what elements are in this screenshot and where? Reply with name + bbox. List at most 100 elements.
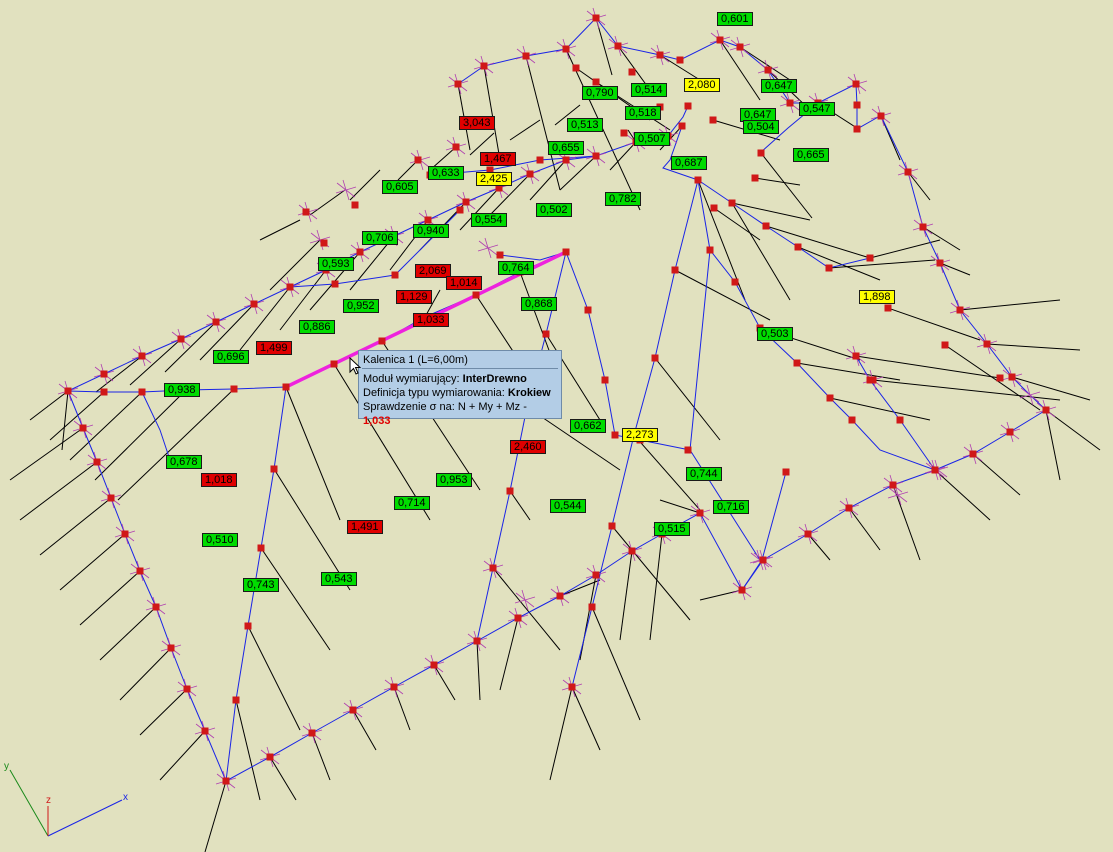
node-marker xyxy=(424,216,432,224)
result-label[interactable]: 0,502 xyxy=(536,203,572,217)
node-marker xyxy=(201,727,209,735)
result-label[interactable]: 0,678 xyxy=(166,455,202,469)
result-label[interactable]: 0,790 xyxy=(582,86,618,100)
node-marker xyxy=(919,223,927,231)
result-label[interactable]: 0,504 xyxy=(743,120,779,134)
node-marker xyxy=(107,494,115,502)
node-marker xyxy=(522,52,530,60)
node-marker xyxy=(572,64,580,72)
result-label[interactable]: 0,706 xyxy=(362,231,398,245)
node-marker xyxy=(330,360,338,368)
result-label[interactable]: 1,467 xyxy=(480,152,516,166)
beam-chain xyxy=(880,115,1047,411)
result-label[interactable]: 0,743 xyxy=(243,578,279,592)
tooltip-check-value: 1,033 xyxy=(363,415,391,427)
result-label[interactable]: 0,544 xyxy=(550,499,586,513)
node-marker xyxy=(793,359,801,367)
result-label[interactable]: 0,687 xyxy=(671,156,707,170)
result-label[interactable]: 2,460 xyxy=(510,440,546,454)
node-marker xyxy=(489,564,497,572)
node-marker xyxy=(728,199,736,207)
result-label[interactable]: 2,425 xyxy=(476,172,512,186)
rafter-line xyxy=(760,152,813,219)
result-label[interactable]: 0,518 xyxy=(625,106,661,120)
result-label[interactable]: 1,129 xyxy=(396,290,432,304)
result-label[interactable]: 0,744 xyxy=(686,467,722,481)
result-label[interactable]: 0,655 xyxy=(548,141,584,155)
node-marker xyxy=(738,586,746,594)
result-label[interactable]: 3,043 xyxy=(459,116,495,130)
result-label[interactable]: 1,018 xyxy=(201,473,237,487)
result-label[interactable]: 0,633 xyxy=(428,166,464,180)
result-label[interactable]: 1,499 xyxy=(256,341,292,355)
result-label[interactable]: 1,898 xyxy=(859,290,895,304)
result-label[interactable]: 0,554 xyxy=(471,213,507,227)
result-label[interactable]: 0,716 xyxy=(713,500,749,514)
result-label[interactable]: 0,601 xyxy=(717,12,753,26)
node-marker xyxy=(996,374,1004,382)
rafter-line xyxy=(654,357,721,441)
axis-z-label: z xyxy=(46,795,51,806)
result-label[interactable]: 0,513 xyxy=(567,118,603,132)
node-marker xyxy=(969,450,977,458)
node-marker xyxy=(889,481,897,489)
node-marker xyxy=(320,239,328,247)
result-label[interactable]: 2,080 xyxy=(684,78,720,92)
result-label[interactable]: 1,014 xyxy=(446,276,482,290)
result-label[interactable]: 0,510 xyxy=(202,533,238,547)
node-marker xyxy=(656,51,664,59)
result-label[interactable]: 0,938 xyxy=(164,383,200,397)
result-label[interactable]: 0,547 xyxy=(799,102,835,116)
rafter-line xyxy=(972,453,1021,496)
result-label[interactable]: 0,503 xyxy=(757,327,793,341)
node-marker xyxy=(786,99,794,107)
result-label[interactable]: 0,662 xyxy=(570,419,606,433)
rafter-line xyxy=(352,709,377,751)
node-marker xyxy=(462,198,470,206)
node-marker xyxy=(100,388,108,396)
result-label[interactable]: 1,033 xyxy=(413,313,449,327)
axis-y-label: y xyxy=(4,761,9,772)
node-marker xyxy=(804,530,812,538)
node-marker xyxy=(480,62,488,70)
result-label[interactable]: 0,605 xyxy=(382,180,418,194)
result-label[interactable]: 0,514 xyxy=(631,83,667,97)
rafter-line xyxy=(959,299,1061,311)
result-label[interactable]: 0,665 xyxy=(793,148,829,162)
result-label[interactable]: 0,764 xyxy=(498,261,534,275)
rafter-line xyxy=(674,269,771,321)
result-label[interactable]: 0,696 xyxy=(213,350,249,364)
result-label[interactable]: 0,507 xyxy=(634,132,670,146)
result-label[interactable]: 0,868 xyxy=(521,297,557,311)
node-marker xyxy=(542,330,550,338)
node-marker xyxy=(852,80,860,88)
axis-triad: x y z xyxy=(4,761,128,837)
beam-member xyxy=(697,179,871,269)
result-label[interactable]: 0,647 xyxy=(761,79,797,93)
node-marker xyxy=(620,129,628,137)
node-marker xyxy=(378,337,386,345)
result-label[interactable]: 0,940 xyxy=(413,224,449,238)
result-label[interactable]: 0,953 xyxy=(436,473,472,487)
result-label[interactable]: 0,952 xyxy=(343,299,379,313)
result-label[interactable]: 0,714 xyxy=(394,496,430,510)
node-marker xyxy=(556,592,564,600)
node-marker xyxy=(782,468,790,476)
result-label[interactable]: 2,273 xyxy=(622,428,658,442)
tooltip-module-value: InterDrewno xyxy=(462,373,527,385)
node-marker xyxy=(848,416,856,424)
result-label[interactable]: 0,593 xyxy=(318,257,354,271)
result-label[interactable]: 1,491 xyxy=(347,520,383,534)
node-marker xyxy=(825,264,833,272)
rafter-line xyxy=(525,55,561,191)
result-label[interactable]: 0,515 xyxy=(654,522,690,536)
result-label[interactable]: 0,886 xyxy=(299,320,335,334)
result-label[interactable]: 0,543 xyxy=(321,572,357,586)
rafter-line xyxy=(499,617,519,691)
node-marker xyxy=(93,458,101,466)
rafter-line xyxy=(59,533,126,591)
node-marker xyxy=(936,259,944,267)
result-label[interactable]: 0,782 xyxy=(605,192,641,206)
node-marker xyxy=(716,36,724,44)
node-marker xyxy=(628,68,636,76)
